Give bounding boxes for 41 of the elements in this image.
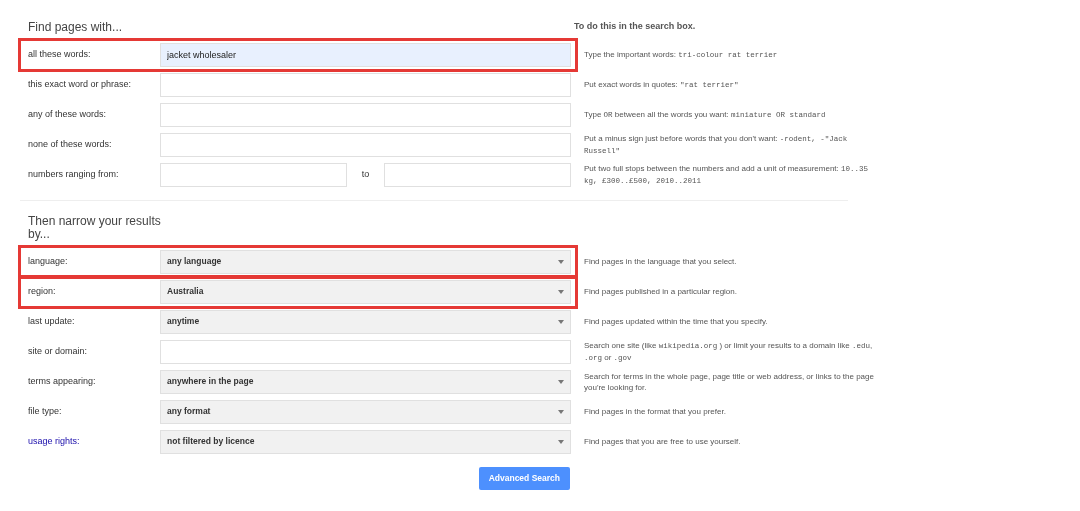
field-label: any of these words: bbox=[28, 107, 108, 121]
input-field[interactable] bbox=[160, 162, 347, 187]
input-field[interactable]: jacket wholesaler bbox=[160, 42, 571, 67]
dropdown[interactable]: any format bbox=[160, 399, 571, 424]
dropdown[interactable]: Australia bbox=[160, 279, 571, 304]
input-field[interactable] bbox=[160, 132, 571, 157]
section-title: Then narrow your results by... bbox=[28, 214, 162, 241]
field-label: language: bbox=[28, 254, 69, 268]
hint-text: Find pages updated within the time that you specify. bbox=[584, 316, 769, 327]
caret-icon bbox=[558, 259, 564, 264]
field-label: site or domain: bbox=[28, 344, 89, 358]
hint-text: Find pages in the language that you select. bbox=[584, 256, 738, 267]
caret-icon bbox=[558, 409, 564, 414]
dropdown[interactable]: anywhere in the page bbox=[160, 369, 571, 394]
field-label: all these words: bbox=[28, 47, 92, 61]
dropdown[interactable]: anytime bbox=[160, 309, 571, 334]
field-label: terms appearing: bbox=[28, 374, 97, 388]
field-label: region: bbox=[28, 284, 57, 298]
caret-icon bbox=[558, 289, 564, 294]
field-label: none of these words: bbox=[28, 137, 113, 151]
field-label: file type: bbox=[28, 404, 63, 418]
section-title: Find pages with... bbox=[28, 20, 124, 34]
input-field[interactable] bbox=[160, 102, 571, 127]
dropdown[interactable]: any language bbox=[160, 249, 571, 274]
hint-text: Search for terms in the whole page, page title or web address, or links to the page you're looking for. bbox=[584, 370, 874, 393]
input-field[interactable] bbox=[160, 339, 571, 364]
field-label: numbers ranging from: bbox=[28, 167, 120, 181]
dropdown[interactable]: not filtered by licence bbox=[160, 429, 571, 454]
hint-text: Find pages in the format that you prefer. bbox=[584, 406, 727, 417]
field-label: last update: bbox=[28, 314, 76, 328]
column-heading: To do this in the search box. bbox=[574, 20, 696, 33]
caret-icon bbox=[558, 319, 564, 324]
field-link[interactable]: usage rights: bbox=[28, 434, 160, 449]
caret-icon bbox=[558, 379, 564, 384]
range-separator: to bbox=[360, 167, 371, 181]
input-field[interactable] bbox=[160, 72, 571, 97]
input-field[interactable] bbox=[384, 162, 571, 187]
caret-icon bbox=[558, 439, 564, 444]
hint-text: Find pages published in a particular region. bbox=[584, 286, 738, 297]
field-label: this exact word or phrase: bbox=[28, 77, 133, 91]
hint-text: Find pages that you are free to use yourself. bbox=[584, 436, 742, 447]
